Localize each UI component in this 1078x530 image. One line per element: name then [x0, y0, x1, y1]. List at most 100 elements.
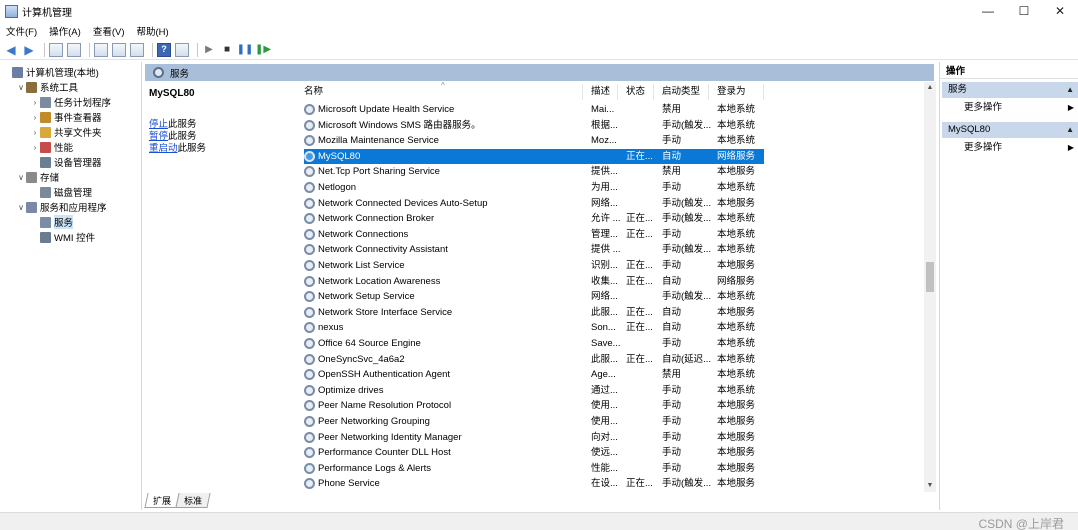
- service-startup-type: 禁用: [662, 166, 682, 178]
- maximize-button[interactable]: ☐: [1006, 0, 1042, 22]
- scroll-down-icon[interactable]: ▼: [924, 480, 936, 492]
- tree-node[interactable]: ∨ 存储: [16, 170, 59, 184]
- tab-extended[interactable]: 扩展: [144, 493, 180, 508]
- tab-standard[interactable]: 标准: [175, 493, 211, 508]
- service-startup-type: 自动(延迟...: [662, 353, 712, 365]
- service-description: 此服...: [591, 306, 618, 318]
- service-row[interactable]: Network List Service 识别... 正在... 手动 本地服务: [304, 258, 764, 274]
- help-icon[interactable]: ?: [157, 42, 171, 57]
- refresh-icon[interactable]: [112, 42, 126, 57]
- menu-file[interactable]: 文件(F): [6, 24, 37, 38]
- service-gear-icon: [304, 135, 315, 147]
- service-row[interactable]: Optimize drives 通过... 手动 本地系统: [304, 383, 764, 399]
- export-list-icon[interactable]: [130, 42, 144, 57]
- action-section-mysql80[interactable]: MySQL80 ▲: [942, 122, 1078, 138]
- restart-service-icon[interactable]: ❚▶: [255, 43, 271, 57]
- collapse-caret-icon[interactable]: ▲: [1066, 82, 1074, 98]
- show-hide-tree-icon[interactable]: [67, 42, 81, 57]
- tree-node[interactable]: ∨ 系统工具: [16, 80, 78, 94]
- service-row[interactable]: Performance Logs & Alerts 性能... 手动 本地服务: [304, 461, 764, 477]
- watermark: CSDN @上岸君: [978, 517, 1064, 530]
- tree-expander-icon[interactable]: ›: [30, 143, 40, 152]
- service-row[interactable]: Netlogon 为用... 手动 本地系统: [304, 180, 764, 196]
- service-row[interactable]: Microsoft Update Health Service Mai... 禁用 本…: [304, 102, 764, 118]
- service-name: Peer Name Resolution Protocol: [318, 400, 452, 412]
- service-row[interactable]: Network Location Awareness 收集... 正在... 自动 网络…: [304, 274, 764, 290]
- service-row[interactable]: Mozilla Maintenance Service Moz... 手动 本地系统: [304, 133, 764, 149]
- service-gear-icon: [304, 462, 315, 474]
- column-status[interactable]: 状态: [618, 84, 654, 100]
- menu-action[interactable]: 操作(A): [49, 24, 81, 38]
- back-arrow-icon[interactable]: ◀: [4, 43, 18, 57]
- properties-icon[interactable]: [94, 42, 108, 57]
- service-row[interactable]: Phone Service 在设... 正在... 手动(触发... 本地服务: [304, 476, 764, 492]
- tree-expander-icon[interactable]: ∨: [16, 203, 26, 212]
- column-description[interactable]: 描述: [583, 84, 618, 100]
- service-row[interactable]: Peer Name Resolution Protocol 使用... 手动 本地服务: [304, 398, 764, 414]
- column-log-on-as[interactable]: 登录为: [709, 84, 764, 100]
- action-pane-icon[interactable]: [175, 42, 189, 57]
- tree-expander-icon[interactable]: ∨: [16, 83, 26, 92]
- service-name: Phone Service: [318, 478, 380, 490]
- collapse-caret-icon[interactable]: ▲: [1066, 122, 1074, 138]
- up-folder-icon[interactable]: [49, 42, 63, 57]
- more-actions-mysql80[interactable]: 更多操作 ▶: [964, 140, 1076, 155]
- column-headers: 名称 ^ 描述 状态 启动类型 登录为: [296, 82, 924, 100]
- service-row[interactable]: Network Setup Service 网络... 手动(触发... 本地系统: [304, 289, 764, 305]
- tree-node[interactable]: WMI 控件: [30, 230, 95, 244]
- tree-node[interactable]: 计算机管理(本地): [2, 65, 99, 79]
- service-row[interactable]: Microsoft Windows SMS 路由器服务。 根据... 手动(触发..…: [304, 118, 764, 134]
- service-name: nexus: [318, 322, 344, 334]
- tree-node[interactable]: 服务: [30, 215, 74, 229]
- forward-arrow-icon[interactable]: ▶: [22, 43, 36, 57]
- scroll-thumb[interactable]: [926, 262, 934, 292]
- tree-node[interactable]: 磁盘管理: [30, 185, 92, 199]
- service-startup-type: 手动: [662, 182, 682, 193]
- tree-expander-icon[interactable]: ›: [30, 98, 40, 107]
- service-row[interactable]: Network Connected Devices Auto-Setup 网络..…: [304, 196, 764, 212]
- service-row[interactable]: Network Connections 管理... 正在... 手动 本地系统: [304, 227, 764, 243]
- menu-view[interactable]: 查看(V): [93, 24, 125, 38]
- stop-service-icon[interactable]: ■: [220, 43, 234, 57]
- pause-service-icon[interactable]: ❚❚: [237, 43, 254, 57]
- menu-help[interactable]: 帮助(H): [136, 24, 168, 38]
- service-startup-type: 手动(触发...: [662, 197, 712, 209]
- service-row[interactable]: OpenSSH Authentication Agent Age... 禁用 本地系统: [304, 367, 764, 383]
- service-log-on-as: 本地系统: [717, 228, 756, 240]
- service-row[interactable]: Network Connection Broker 允许 ... 正在... 手动(触…: [304, 211, 764, 227]
- tree-node[interactable]: › 性能: [30, 140, 73, 154]
- column-name[interactable]: 名称: [296, 84, 583, 100]
- tree-node[interactable]: ∨ 服务和应用程序: [16, 200, 107, 214]
- minimize-button[interactable]: —: [970, 0, 1006, 22]
- service-name: Network Connection Broker: [318, 213, 435, 225]
- service-row[interactable]: Net.Tcp Port Sharing Service 提供... 禁用 本地服务: [304, 164, 764, 180]
- tree-expander-icon[interactable]: ∨: [16, 173, 26, 182]
- tree-node[interactable]: › 事件查看器: [30, 110, 102, 124]
- tree-node[interactable]: 设备管理器: [30, 155, 102, 169]
- service-row[interactable]: Network Store Interface Service 此服... 正在..…: [304, 305, 764, 321]
- service-row[interactable]: OneSyncSvc_4a6a2 此服... 正在... 自动(延迟... 本地系统: [304, 352, 764, 368]
- column-startup-type[interactable]: 启动类型: [654, 84, 709, 100]
- service-description: 在设...: [591, 478, 618, 490]
- service-row[interactable]: Network Connectivity Assistant 提供 ... 手动(触…: [304, 242, 764, 258]
- service-row[interactable]: nexus Son... 正在... 自动 本地系统: [304, 320, 764, 336]
- close-button[interactable]: ✕: [1042, 0, 1078, 22]
- service-row[interactable]: Peer Networking Identity Manager 向对... 手动 本…: [304, 430, 764, 446]
- tree-node[interactable]: › 任务计划程序: [30, 95, 111, 109]
- more-actions-services[interactable]: 更多操作 ▶: [964, 100, 1076, 115]
- service-row[interactable]: MySQL80 正在... 自动 网络服务: [304, 148, 764, 165]
- tree-expander-icon[interactable]: ›: [30, 113, 40, 122]
- service-row[interactable]: Office 64 Source Engine Save... 手动 本地系统: [304, 336, 764, 352]
- service-row[interactable]: Peer Networking Grouping 使用... 手动 本地服务: [304, 414, 764, 430]
- tree-node[interactable]: › 共享文件夹: [30, 125, 102, 139]
- service-description: 识别...: [591, 260, 618, 271]
- service-name: Microsoft Update Health Service: [318, 104, 455, 115]
- scroll-up-icon[interactable]: ▲: [924, 82, 936, 94]
- service-row[interactable]: Performance Counter DLL Host 使远... 手动 本地服务: [304, 445, 764, 461]
- restart-service-link[interactable]: 重启动: [149, 143, 178, 154]
- vertical-scrollbar[interactable]: ▲ ▼: [924, 82, 936, 492]
- service-description: Moz...: [591, 135, 617, 147]
- tree-expander-icon[interactable]: ›: [30, 128, 40, 137]
- action-section-services[interactable]: 服务 ▲: [942, 82, 1078, 98]
- start-service-icon[interactable]: ▶: [202, 43, 216, 57]
